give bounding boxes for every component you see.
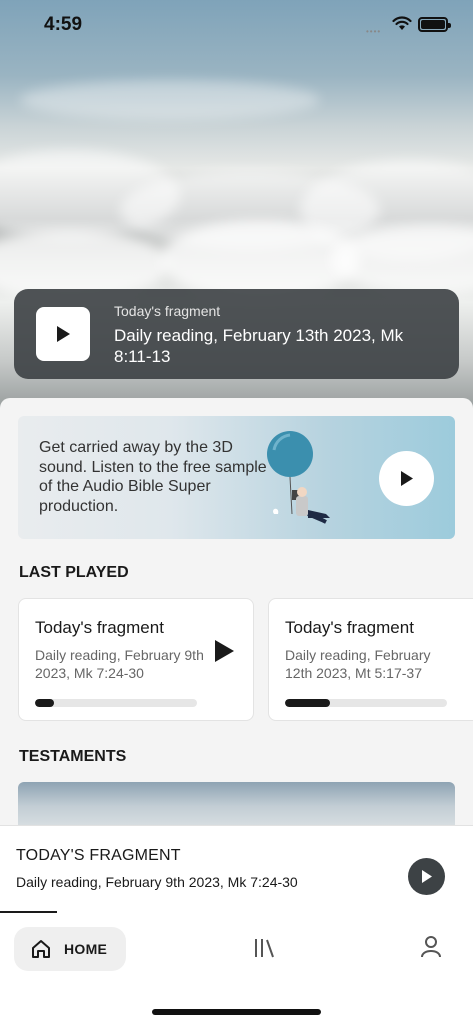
battery-icon — [418, 17, 451, 32]
home-screen: 4:59 •••• Today's fragment Daily reading… — [0, 0, 473, 1024]
library-icon — [255, 939, 274, 958]
fragment-play-button[interactable] — [36, 307, 90, 361]
mini-player-play-button[interactable] — [408, 858, 445, 895]
promo-play-button[interactable] — [379, 451, 434, 506]
home-icon — [32, 940, 50, 958]
fragment-title: Daily reading, February 13th 2023, Mk 8:… — [114, 326, 404, 366]
play-icon — [401, 471, 413, 486]
last-played-progress — [285, 699, 447, 707]
promo-banner[interactable]: Get carried away by the 3D sound. Listen… — [18, 416, 455, 539]
mini-player[interactable]: TODAY'S FRAGMENT Daily reading, February… — [0, 825, 473, 914]
last-played-heading: LAST PLAYED — [19, 564, 129, 581]
testaments-heading: TESTAMENTS — [19, 748, 127, 765]
last-played-card[interactable]: Today's fragment Daily reading, February… — [268, 598, 473, 721]
home-indicator — [152, 1009, 321, 1015]
progress-fill — [285, 699, 331, 707]
play-icon — [57, 326, 70, 342]
balloon-illustration — [264, 430, 364, 535]
fragment-label: Today's fragment — [114, 303, 221, 319]
tab-home[interactable]: HOME — [14, 927, 126, 971]
tab-bar: HOME — [0, 913, 473, 1024]
last-played-card[interactable]: Today's fragment Daily reading, February… — [18, 598, 254, 721]
last-played-subtitle: Daily reading, February 12th 2023, Mt 5:… — [285, 647, 431, 681]
last-played-play-button[interactable] — [213, 639, 235, 668]
signal-icon: •••• — [366, 27, 382, 36]
tab-library[interactable] — [253, 937, 275, 964]
last-played-subtitle: Daily reading, February 9th 2023, Mk 7:2… — [35, 647, 204, 681]
mini-player-label: TODAY'S FRAGMENT — [16, 847, 181, 864]
progress-fill — [35, 699, 55, 707]
promo-text: Get carried away by the 3D sound. Listen… — [39, 439, 267, 515]
todays-fragment-card[interactable]: Today's fragment Daily reading, February… — [14, 289, 459, 379]
play-icon — [215, 640, 234, 662]
last-played-title: Today's fragment — [285, 618, 414, 637]
status-time: 4:59 — [44, 14, 83, 35]
last-played-title: Today's fragment — [35, 618, 164, 637]
profile-icon — [421, 936, 441, 958]
play-icon — [422, 870, 432, 883]
tab-profile[interactable] — [420, 935, 442, 964]
last-played-progress — [35, 699, 197, 707]
status-bar: 4:59 •••• — [0, 0, 473, 50]
tab-home-label: HOME — [64, 941, 108, 957]
mini-player-title: Daily reading, February 9th 2023, Mk 7:2… — [16, 874, 298, 890]
wifi-icon — [392, 16, 412, 36]
